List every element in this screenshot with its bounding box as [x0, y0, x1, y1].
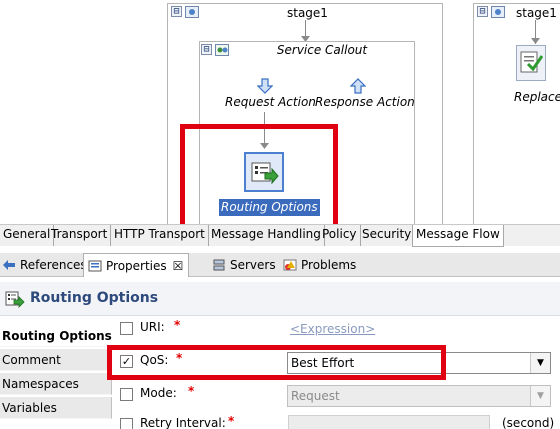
tab-servers-label: Servers: [230, 258, 276, 272]
mode-select[interactable]: Request ▼: [287, 385, 551, 407]
stage-title: stage1: [287, 6, 328, 20]
highlight-routing-options-node: [180, 124, 338, 224]
highlight-qos-row: [107, 345, 446, 380]
tab-message-flow[interactable]: Message Flow: [412, 225, 504, 247]
response-action-icon[interactable]: [350, 78, 366, 94]
mode-select-value: Request: [291, 389, 340, 403]
servers-icon: [213, 259, 225, 271]
tab-problems[interactable]: Problems: [283, 253, 356, 277]
editor-tab-bar: General Transport HTTP Transport Message…: [0, 224, 560, 247]
request-action-label[interactable]: Request Action: [225, 95, 316, 109]
problems-icon: [283, 259, 297, 271]
required-marker: *: [174, 318, 181, 332]
request-action-icon[interactable]: [257, 78, 273, 94]
required-marker: *: [188, 384, 195, 398]
replace-icon: [520, 51, 543, 73]
tab-properties[interactable]: Properties ☒: [83, 253, 189, 277]
uri-checkbox[interactable]: [120, 322, 133, 335]
required-marker: *: [228, 414, 235, 428]
properties-header: Routing Options: [0, 282, 560, 316]
replace-node-label[interactable]: Replace: [514, 90, 560, 104]
tab-policy[interactable]: Policy: [319, 225, 361, 246]
routing-options-icon: [5, 291, 25, 308]
retry-interval-unit: (second): [502, 416, 555, 429]
mode-checkbox[interactable]: [120, 388, 133, 401]
properties-nav: Routing Options Comment Namespaces Varia…: [0, 321, 112, 429]
uri-expression-link[interactable]: <Expression>: [290, 322, 375, 336]
service-callout-title: Service Callout: [276, 43, 368, 57]
tab-http-transport[interactable]: HTTP Transport: [111, 225, 209, 246]
collapse-icon[interactable]: ⊟: [477, 6, 488, 17]
references-icon: [3, 260, 15, 270]
tab-servers[interactable]: Servers: [212, 253, 276, 277]
nav-comment[interactable]: Comment: [0, 349, 112, 371]
replace-node[interactable]: [516, 45, 546, 81]
collapse-icon[interactable]: ⊟: [171, 6, 182, 17]
retry-interval-input[interactable]: [288, 415, 490, 429]
tab-general[interactable]: General: [0, 225, 55, 246]
chevron-down-icon[interactable]: ▼: [530, 353, 550, 373]
uri-label: URI:: [140, 320, 165, 334]
retry-interval-checkbox[interactable]: [120, 418, 133, 429]
stage-icon: [491, 6, 505, 18]
nav-variables[interactable]: Variables: [0, 397, 112, 419]
stage-title: stage1: [516, 6, 557, 20]
view-tab-bar: References Properties ☒ Servers Problems: [0, 253, 560, 277]
nav-routing-options[interactable]: Routing Options: [0, 325, 112, 347]
tab-problems-label: Problems: [301, 258, 357, 272]
stage-icon: [185, 6, 199, 18]
message-flow-canvas[interactable]: ⊟ stage1 ⊟ stage1 ⊟ Service Callout Requ…: [0, 0, 560, 224]
arrow-down-icon: [531, 38, 540, 44]
tab-references-label: References: [20, 258, 87, 272]
properties-title: Routing Options: [30, 290, 159, 306]
tab-transport[interactable]: Transport: [48, 225, 112, 246]
mode-label: Mode:: [140, 386, 177, 400]
nav-namespaces[interactable]: Namespaces: [0, 373, 112, 395]
chevron-down-icon[interactable]: ▼: [530, 386, 550, 406]
tab-security[interactable]: Security: [359, 225, 416, 246]
retry-interval-label: Retry Interval:: [140, 416, 226, 429]
tab-message-handling[interactable]: Message Handling: [208, 225, 325, 246]
tab-properties-label: Properties: [106, 258, 167, 273]
tab-references[interactable]: References: [2, 253, 87, 277]
properties-icon: [88, 260, 102, 271]
response-action-label[interactable]: Response Action: [315, 95, 415, 109]
stage-right[interactable]: ⊟ stage1: [473, 3, 560, 224]
close-icon[interactable]: ☒: [173, 259, 184, 273]
